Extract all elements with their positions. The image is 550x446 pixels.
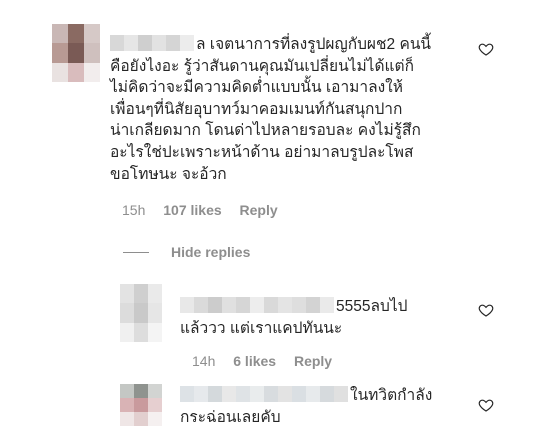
timestamp: 14h <box>192 353 216 369</box>
reply-text: ในทวิตกำลัง กระฉ่อนเลยคับ <box>180 385 460 428</box>
divider-line <box>123 251 149 253</box>
reply-button[interactable]: Reply <box>240 202 278 218</box>
comment-line: ล เจตนาการที่ลงรูปผญกับผช2 คนนี้ <box>110 34 455 56</box>
comment-line: อะไรใช่ปะเพราะหน้าด้าน อย่ามาลบรูปละโพส <box>110 143 414 161</box>
timestamp: 15h <box>122 202 146 218</box>
heart-outline-icon[interactable] <box>478 302 494 318</box>
heart-outline-icon[interactable] <box>478 41 494 57</box>
avatar[interactable] <box>52 24 100 82</box>
hide-replies-button[interactable]: Hide replies <box>123 244 250 260</box>
comment-line: ในทวิตกำลัง <box>180 385 460 407</box>
likes-count[interactable]: 107 likes <box>163 202 221 218</box>
hide-replies-label: Hide replies <box>171 244 251 260</box>
heart-outline-icon[interactable] <box>478 397 494 413</box>
redacted-username <box>180 386 348 402</box>
reply-button[interactable]: Reply <box>294 353 332 369</box>
comment-line: น่าเกลียดมาก โดนด่าไปหลายรอบละ คงไม่รู้ส… <box>110 122 421 140</box>
reply-text: 5555ลบไป แล้ววว แต่เราแคปทันนะ <box>180 296 460 339</box>
comment-line: แล้ววว แต่เราแคปทันนะ <box>180 319 343 337</box>
comment-meta: 15h 107 likes Reply <box>122 202 292 218</box>
likes-count[interactable]: 6 likes <box>233 353 276 369</box>
comment-meta: 14h 6 likes Reply <box>192 353 346 369</box>
redacted-username <box>110 35 194 51</box>
redacted-username <box>180 297 334 313</box>
comment-line: 5555ลบไป <box>180 296 460 318</box>
comment-line: เพื่อนๆที่นิสัยอุบาทว์มาคอมเมนท์กันสนุกป… <box>110 100 403 118</box>
avatar[interactable] <box>120 384 162 426</box>
comment-line: ไม่คิดว่าจะมีความคิดต่ำแบบนั้น เอามาลงให… <box>110 79 403 97</box>
comment-line: คือยังไงอะ รู้ว่าสันดานคุณมันเปลี่ยนไม่ไ… <box>110 57 414 75</box>
comment-line: ขอโทษนะ จะอ้วก <box>110 165 227 183</box>
comment-line: กระฉ่อนเลยคับ <box>180 408 281 426</box>
avatar[interactable] <box>120 284 162 342</box>
comment-text: ล เจตนาการที่ลงรูปผญกับผช2 คนนี้ คือยังไ… <box>110 34 455 185</box>
